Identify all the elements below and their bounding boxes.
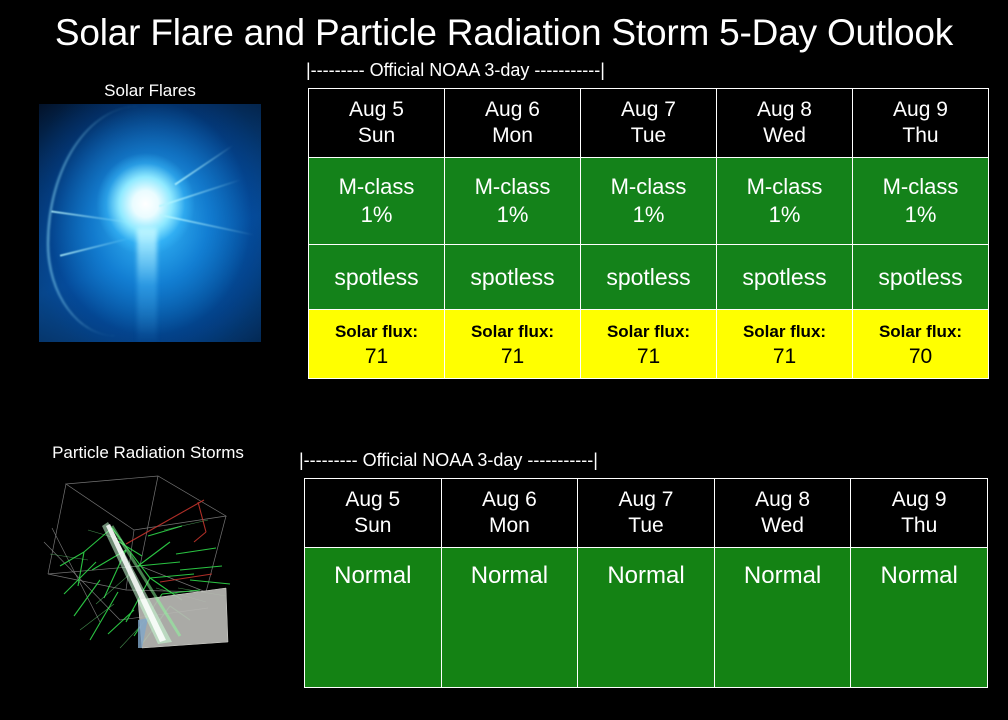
solar-flux-cell-aug7: Solar flux: 71	[580, 309, 717, 379]
flare-percent-label: 1%	[768, 202, 801, 227]
flare-prob-cell-aug7: M-class 1%	[580, 157, 717, 245]
sunspot-cell-aug6: spotless	[444, 244, 581, 310]
date-label: Aug 6	[485, 98, 540, 121]
solar-flares-caption: Solar Flares	[104, 81, 196, 100]
solar-flux-label: Solar flux:	[606, 322, 691, 341]
date-label: Aug 7	[618, 488, 674, 511]
flare-percent-label: 1%	[496, 202, 529, 227]
weekday-label: Tue	[630, 124, 667, 147]
particle-storms-caption: Particle Radiation Storms	[52, 443, 244, 462]
solar-flux-label: Solar flux:	[878, 322, 963, 341]
sunspot-cell-aug8: spotless	[716, 244, 853, 310]
flare-prob-cell-aug9: M-class 1%	[852, 157, 989, 245]
table-row-dates: Aug 5 Sun Aug 6 Mon Aug 7 Tue Aug 8 Wed …	[308, 88, 989, 158]
date-label: Aug 5	[345, 488, 401, 511]
sunspot-cell-aug7: spotless	[580, 244, 717, 310]
solar-flux-cell-aug9: Solar flux: 70	[852, 309, 989, 379]
table-row-dates: Aug 5 Sun Aug 6 Mon Aug 7 Tue Aug 8 Wed …	[304, 478, 988, 548]
date-cell-aug5: Aug 5 Sun	[304, 478, 442, 548]
date-cell-aug8: Aug 8 Wed	[716, 88, 853, 158]
weekday-label: Mon	[488, 514, 530, 537]
date-cell-aug7: Aug 7 Tue	[580, 88, 717, 158]
solar-flux-value: 71	[772, 345, 797, 368]
date-cell-aug6: Aug 6 Mon	[444, 88, 581, 158]
flare-prob-cell-aug8: M-class 1%	[716, 157, 853, 245]
storm-level-cell-aug6: Normal	[440, 547, 579, 688]
flare-class-label: M-class	[474, 174, 551, 199]
weekday-label: Thu	[901, 514, 938, 537]
date-cell-aug8: Aug 8 Wed	[713, 478, 852, 548]
date-label: Aug 8	[755, 488, 811, 511]
date-cell-aug9: Aug 9 Thu	[850, 478, 988, 548]
storm-level-cell-aug8: Normal	[713, 547, 852, 688]
particle-shower-svg	[30, 470, 270, 670]
table-row-storm-level: Normal Normal Normal Normal Normal	[304, 547, 988, 688]
date-cell-aug5: Aug 5 Sun	[308, 88, 445, 158]
solar-flux-cell-aug8: Solar flux: 71	[716, 309, 853, 379]
flare-class-label: M-class	[610, 174, 687, 199]
table-row-sunspot-status: spotless spotless spotless spotless spot…	[308, 244, 989, 310]
storm-level-cell-aug5: Normal	[304, 547, 442, 688]
solar-flux-value: 71	[500, 345, 525, 368]
particle-storm-forecast-table: Aug 5 Sun Aug 6 Mon Aug 7 Tue Aug 8 Wed …	[304, 478, 988, 688]
weekday-label: Tue	[628, 514, 664, 537]
solar-flux-value: 71	[364, 345, 389, 368]
solar-flux-value: 70	[908, 345, 933, 368]
solar-flare-photo	[39, 104, 261, 342]
table-row-solar-flux: Solar flux: 71 Solar flux: 71 Solar flux…	[308, 309, 989, 379]
date-label: Aug 7	[621, 98, 676, 121]
storm-level-cell-aug7: Normal	[577, 547, 715, 688]
flare-streak-decoration	[174, 144, 234, 186]
page-title: Solar Flare and Particle Radiation Storm…	[54, 12, 954, 53]
solar-flux-label: Solar flux:	[334, 322, 419, 341]
flare-prob-cell-aug5: M-class 1%	[308, 157, 445, 245]
date-label: Aug 5	[349, 98, 404, 121]
noaa-3day-bracket-flares: |--------- Official NOAA 3-day ---------…	[306, 60, 605, 80]
solar-flux-label: Solar flux:	[470, 322, 555, 341]
flare-class-label: M-class	[882, 174, 959, 199]
weekday-label: Thu	[902, 124, 939, 147]
flare-beam-decoration	[136, 227, 157, 342]
weekday-label: Wed	[761, 514, 804, 537]
date-label: Aug 9	[891, 488, 947, 511]
noaa-3day-bracket-particles: |--------- Official NOAA 3-day ---------…	[299, 450, 598, 470]
flare-percent-label: 1%	[360, 202, 393, 227]
date-label: Aug 6	[481, 488, 537, 511]
solar-flux-cell-aug5: Solar flux: 71	[308, 309, 445, 379]
date-label: Aug 9	[893, 98, 948, 121]
flare-class-label: M-class	[338, 174, 415, 199]
solar-flux-label: Solar flux:	[742, 322, 827, 341]
weekday-label: Mon	[492, 124, 533, 147]
date-label: Aug 8	[757, 98, 812, 121]
date-cell-aug7: Aug 7 Tue	[577, 478, 715, 548]
solar-flare-forecast-table: Aug 5 Sun Aug 6 Mon Aug 7 Tue Aug 8 Wed …	[308, 88, 989, 379]
solar-flux-value: 71	[636, 345, 661, 368]
date-cell-aug9: Aug 9 Thu	[852, 88, 989, 158]
sunspot-cell-aug9: spotless	[852, 244, 989, 310]
date-cell-aug6: Aug 6 Mon	[440, 478, 579, 548]
sunspot-cell-aug5: spotless	[308, 244, 445, 310]
flare-percent-label: 1%	[632, 202, 665, 227]
solar-flux-cell-aug6: Solar flux: 71	[444, 309, 581, 379]
table-row-flare-probability: M-class 1% M-class 1% M-class 1% M-class…	[308, 157, 989, 245]
weekday-label: Wed	[763, 124, 806, 147]
flare-prob-cell-aug6: M-class 1%	[444, 157, 581, 245]
storm-level-cell-aug9: Normal	[850, 547, 988, 688]
particle-shower-simulation	[30, 470, 270, 670]
flare-percent-label: 1%	[904, 202, 937, 227]
flare-class-label: M-class	[746, 174, 823, 199]
weekday-label: Sun	[357, 124, 396, 147]
weekday-label: Sun	[354, 514, 392, 537]
